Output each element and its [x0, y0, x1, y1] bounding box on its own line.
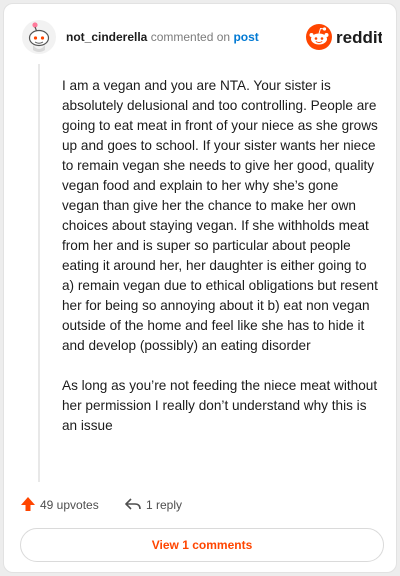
- thread-line: [38, 64, 40, 482]
- post-link[interactable]: post: [233, 30, 258, 44]
- view-comments-button[interactable]: View 1 comments: [20, 528, 384, 562]
- comment-card: not_cinderella commented on post reddit: [3, 3, 397, 573]
- reply-arrow-icon: [125, 498, 141, 510]
- upvote-arrow-icon: [21, 497, 35, 511]
- comment-paragraph: I am a vegan and you are NTA. Your siste…: [62, 78, 378, 353]
- upvote-count: 49 upvotes: [40, 498, 99, 512]
- brand-name: reddit: [336, 28, 382, 47]
- reddit-logo[interactable]: reddit: [306, 23, 382, 51]
- comment-body: I am a vegan and you are NTA. Your siste…: [62, 76, 378, 456]
- action-text: commented on: [150, 30, 231, 44]
- reply-count: 1 reply: [146, 498, 183, 512]
- comment-meta: not_cinderella commented on post: [66, 30, 259, 44]
- reddit-snoo-icon: [306, 24, 332, 50]
- comment-paragraph: As long as you’re not feeding the niece …: [62, 378, 378, 433]
- user-avatar-icon[interactable]: [22, 20, 56, 54]
- comment-header: not_cinderella commented on post reddit: [22, 20, 382, 56]
- username-link[interactable]: not_cinderella: [66, 30, 147, 44]
